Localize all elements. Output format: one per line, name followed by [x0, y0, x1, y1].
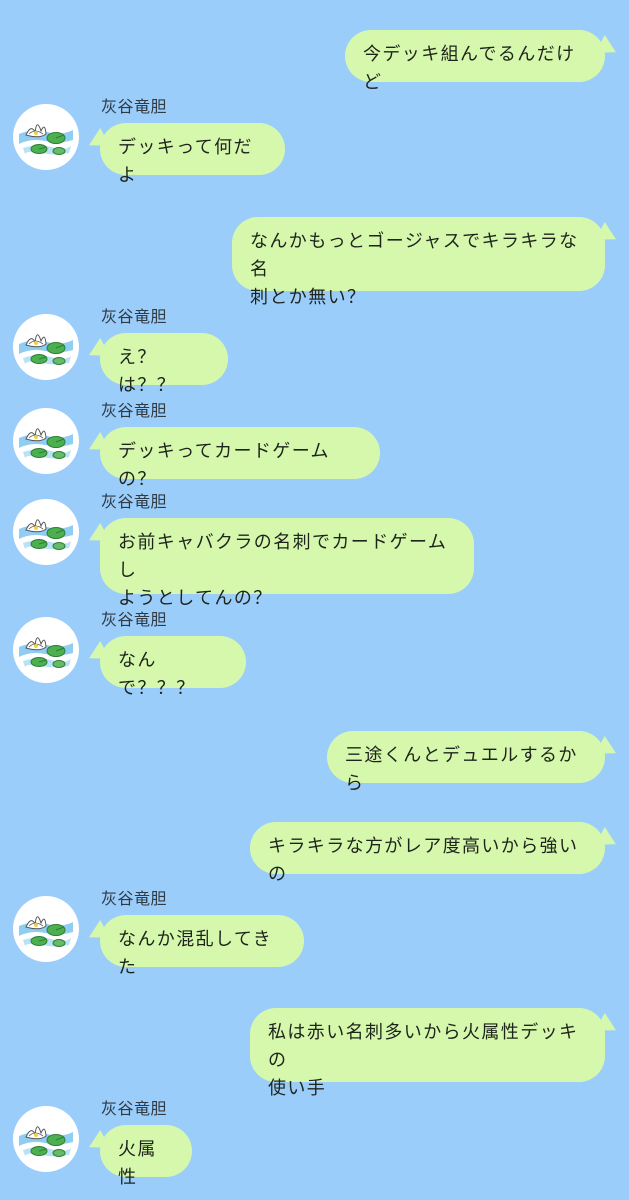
- chat-area[interactable]: 今デッキ組んでるんだけど 灰谷竜胆 デッキって何だよ なんかもっとゴージャスでキラキラ…: [0, 0, 629, 1200]
- message-bubble[interactable]: え？は？？: [100, 333, 228, 396]
- avatar[interactable]: [13, 104, 79, 170]
- water-lily-icon: [19, 1126, 73, 1157]
- water-lily-icon: [19, 637, 73, 668]
- water-lily-icon: [19, 428, 73, 459]
- sender-name: 灰谷竜胆: [101, 492, 168, 511]
- sender-name: 灰谷竜胆: [101, 97, 168, 116]
- sender-name: 灰谷竜胆: [101, 610, 168, 629]
- message-bubble[interactable]: なんか混乱してきた: [100, 915, 304, 978]
- sender-name: 灰谷竜胆: [101, 401, 168, 420]
- sender-name: 灰谷竜胆: [101, 307, 168, 326]
- message-bubble[interactable]: 三途くんとデュエルするから: [327, 731, 605, 794]
- avatar[interactable]: [13, 1106, 79, 1172]
- avatar[interactable]: [13, 499, 79, 565]
- message-bubble[interactable]: デッキってカードゲームの？: [100, 427, 380, 490]
- sender-name: 灰谷竜胆: [101, 889, 168, 908]
- message-bubble[interactable]: お前キャバクラの名刺でカードゲームし ようとしてんの？: [100, 518, 474, 609]
- avatar[interactable]: [13, 314, 79, 380]
- message-bubble[interactable]: なんかもっとゴージャスでキラキラな名 刺とか無い？: [232, 217, 605, 308]
- avatar[interactable]: [13, 617, 79, 683]
- avatar[interactable]: [13, 896, 79, 962]
- water-lily-icon: [19, 124, 73, 155]
- message-bubble[interactable]: デッキって何だよ: [100, 123, 285, 186]
- sender-name: 灰谷竜胆: [101, 1099, 168, 1118]
- message-bubble[interactable]: 火属性: [100, 1125, 192, 1188]
- message-bubble[interactable]: キラキラな方がレア度高いから強いの: [250, 822, 605, 885]
- avatar[interactable]: [13, 408, 79, 474]
- water-lily-icon: [19, 916, 73, 947]
- message-bubble[interactable]: なんで？？？: [100, 636, 246, 699]
- message-bubble[interactable]: 私は赤い名刺多いから火属性デッキの 使い手: [250, 1008, 605, 1099]
- water-lily-icon: [19, 519, 73, 550]
- message-bubble[interactable]: 今デッキ組んでるんだけど: [345, 30, 605, 93]
- water-lily-icon: [19, 334, 73, 365]
